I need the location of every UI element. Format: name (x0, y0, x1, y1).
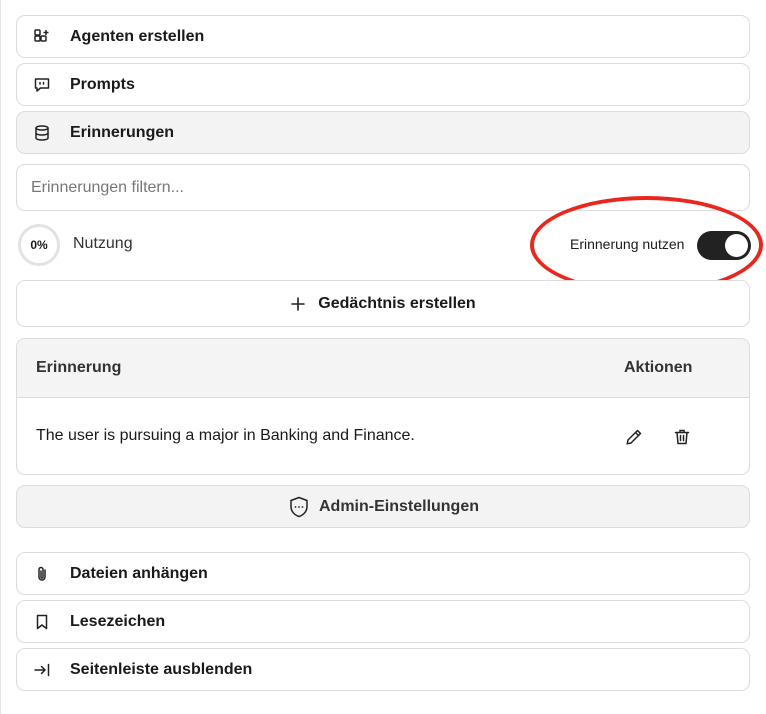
column-header-actions: Aktionen (624, 359, 693, 376)
bookmark-icon (32, 612, 52, 632)
edit-memory-button[interactable] (622, 425, 646, 449)
delete-memory-button[interactable] (670, 425, 694, 449)
use-memory-toggle[interactable] (697, 231, 751, 260)
nav-label: Prompts (70, 75, 135, 93)
pencil-icon (626, 429, 642, 445)
nav-label: Agenten erstellen (70, 27, 205, 45)
database-icon (32, 123, 52, 143)
message-quote-icon (32, 75, 52, 95)
paperclip-icon (32, 564, 52, 584)
apps-add-icon (32, 27, 52, 47)
nav-agenten-erstellen-button[interactable]: Agenten erstellen (16, 15, 750, 58)
panel-left-border (0, 0, 1, 714)
nav-prompts-button[interactable]: Prompts (16, 63, 750, 106)
usage-percent: 0% (30, 238, 48, 252)
nav-label: Dateien anhängen (70, 564, 208, 582)
hide-sidebar-button[interactable]: Seitenleiste ausblenden (16, 648, 750, 691)
toggle-knob (725, 234, 748, 257)
use-memory-label: Erinnerung nutzen (570, 236, 685, 252)
shield-icon (287, 495, 311, 519)
memory-text: The user is pursuing a major in Banking … (36, 427, 415, 444)
attach-files-button[interactable]: Dateien anhängen (16, 552, 750, 595)
bookmarks-button[interactable]: Lesezeichen (16, 600, 750, 643)
usage-label: Nutzung (73, 235, 133, 252)
collapse-sidebar-icon (32, 660, 52, 680)
plus-icon (290, 296, 306, 312)
usage-progress-ring: 0% (18, 224, 60, 266)
table-header: Erinnerung Aktionen (17, 339, 749, 398)
trash-icon (674, 429, 690, 445)
create-memory-label: Gedächtnis erstellen (318, 294, 476, 312)
admin-settings-button[interactable]: Admin-Einstellungen (16, 485, 750, 528)
table-row: The user is pursuing a major in Banking … (17, 398, 749, 474)
memory-table: Erinnerung Aktionen The user is pursuing… (16, 338, 750, 475)
create-memory-button[interactable]: Gedächtnis erstellen (16, 280, 750, 327)
nav-label: Seitenleiste ausblenden (70, 660, 253, 678)
admin-settings-label: Admin-Einstellungen (319, 497, 479, 515)
nav-label: Lesezeichen (70, 612, 166, 630)
nav-label: Erinnerungen (70, 123, 175, 141)
memory-filter-input[interactable] (16, 164, 750, 211)
column-header-memory: Erinnerung (36, 359, 122, 376)
nav-erinnerungen-button[interactable]: Erinnerungen (16, 111, 750, 154)
